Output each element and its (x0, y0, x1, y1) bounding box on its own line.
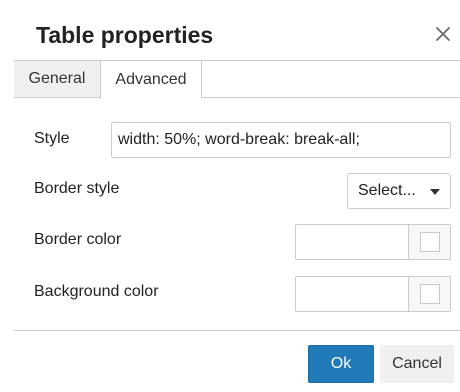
close-button[interactable] (430, 21, 456, 47)
close-icon (436, 27, 450, 41)
border-color-label: Border color (34, 231, 122, 248)
background-color-picker-button[interactable] (408, 277, 450, 311)
background-color-field (295, 276, 451, 312)
background-color-label: Background color (34, 283, 159, 300)
tab-bar: General Advanced (14, 60, 460, 99)
border-style-selected-value: Select... (358, 182, 416, 199)
background-color-row: Background color (14, 273, 460, 313)
border-color-picker-button[interactable] (408, 225, 450, 259)
tab-advanced[interactable]: Advanced (100, 60, 202, 99)
border-color-input[interactable] (296, 225, 408, 259)
cancel-button[interactable]: Cancel (380, 345, 454, 383)
tab-general[interactable]: General (14, 60, 100, 98)
footer-divider (14, 330, 460, 331)
color-swatch-icon (419, 284, 440, 304)
table-properties-dialog: Table properties General Advanced Style … (14, 14, 460, 392)
style-label: Style (34, 130, 70, 147)
color-swatch-icon (419, 232, 440, 252)
border-style-select[interactable]: Select... (347, 173, 451, 209)
style-input[interactable] (111, 122, 451, 158)
border-color-field (295, 224, 451, 260)
border-style-row: Border style Select... (14, 170, 460, 210)
border-color-row: Border color (14, 221, 460, 261)
dialog-title: Table properties (36, 22, 214, 48)
ok-button[interactable]: Ok (308, 345, 374, 383)
dialog-header: Table properties (14, 14, 460, 60)
style-row: Style (14, 120, 460, 160)
border-style-label: Border style (34, 180, 120, 197)
background-color-input[interactable] (296, 277, 408, 311)
caret-down-icon (430, 189, 440, 195)
